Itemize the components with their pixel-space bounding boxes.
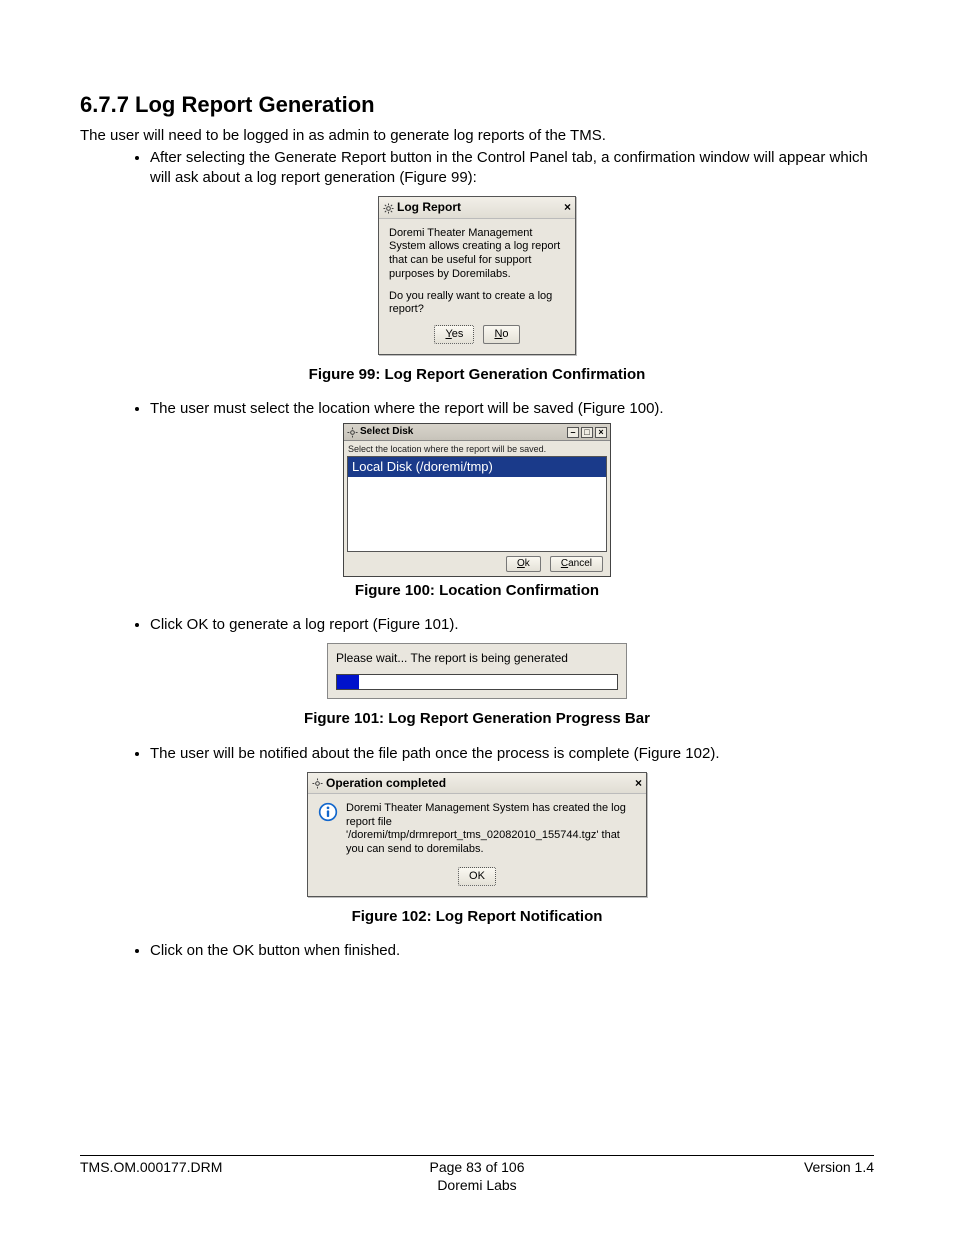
bullet-3: Click OK to generate a log report (Figur… <box>150 615 874 635</box>
minimize-icon[interactable]: – <box>567 427 579 438</box>
close-icon[interactable]: × <box>564 199 571 215</box>
info-icon <box>318 802 338 822</box>
close-icon[interactable]: × <box>595 427 607 438</box>
dialog-title: Log Report <box>397 199 461 215</box>
figure-101-image: Please wait... The report is being gener… <box>80 643 874 699</box>
close-icon[interactable]: × <box>635 775 642 791</box>
ok-button[interactable]: Ok <box>506 556 541 572</box>
cancel-button[interactable]: Cancel <box>550 556 603 572</box>
dialog-titlebar: Log Report × <box>379 197 575 218</box>
ok-button[interactable]: OK <box>458 867 496 886</box>
dialog-body-text: Doremi Theater Management System has cre… <box>346 802 636 857</box>
maximize-icon[interactable]: □ <box>581 427 593 438</box>
select-disk-dialog: Select Disk – □ × Select the location wh… <box>343 423 611 576</box>
section-heading: 6.7.7 Log Report Generation <box>80 90 874 120</box>
dialog-title: Select Disk <box>360 425 413 439</box>
progress-bar <box>336 674 618 690</box>
bullet-5: Click on the OK button when finished. <box>150 941 874 961</box>
figure-101-caption: Figure 101: Log Report Generation Progre… <box>80 709 874 729</box>
progress-message: Please wait... The report is being gener… <box>336 650 618 666</box>
figure-99-image: Log Report × Doremi Theater Management S… <box>80 196 874 355</box>
bullet-1: After selecting the Generate Report butt… <box>150 148 874 189</box>
dialog-info-text: Doremi Theater Management System allows … <box>389 227 565 282</box>
no-button[interactable]: No <box>483 325 519 344</box>
yes-button[interactable]: Yes <box>434 325 474 344</box>
operation-completed-dialog: Operation completed × Doremi Theater Man… <box>307 772 647 897</box>
progress-fill <box>337 675 359 689</box>
bullet-4: The user will be notified about the file… <box>150 744 874 764</box>
gear-icon <box>312 777 323 788</box>
footer-version: Version 1.4 <box>609 1159 874 1175</box>
page-footer: TMS.OM.000177.DRM Page 83 of 106 Version… <box>80 1155 874 1175</box>
figure-100-image: Select Disk – □ × Select the location wh… <box>80 423 874 576</box>
gear-icon <box>347 427 358 438</box>
figure-100-caption: Figure 100: Location Confirmation <box>80 581 874 601</box>
footer-company: Doremi Labs <box>80 1177 874 1193</box>
progress-dialog: Please wait... The report is being gener… <box>327 643 627 699</box>
list-item[interactable]: Local Disk (/doremi/tmp) <box>348 457 606 477</box>
dialog-title: Operation completed <box>326 775 446 791</box>
intro-text: The user will need to be logged in as ad… <box>80 126 874 146</box>
dialog-titlebar: Select Disk – □ × <box>344 424 610 441</box>
log-report-dialog: Log Report × Doremi Theater Management S… <box>378 196 576 355</box>
dialog-question-text: Do you really want to create a log repor… <box>389 290 565 318</box>
gear-icon <box>383 202 394 213</box>
footer-doc-id: TMS.OM.000177.DRM <box>80 1159 345 1175</box>
bullet-2: The user must select the location where … <box>150 399 874 419</box>
disk-listbox[interactable]: Local Disk (/doremi/tmp) <box>347 456 607 552</box>
dialog-titlebar: Operation completed × <box>308 773 646 794</box>
dialog-instruction: Select the location where the report wil… <box>344 441 610 456</box>
figure-102-image: Operation completed × Doremi Theater Man… <box>80 772 874 897</box>
footer-page-number: Page 83 of 106 <box>345 1159 610 1175</box>
figure-99-caption: Figure 99: Log Report Generation Confirm… <box>80 365 874 385</box>
figure-102-caption: Figure 102: Log Report Notification <box>80 907 874 927</box>
